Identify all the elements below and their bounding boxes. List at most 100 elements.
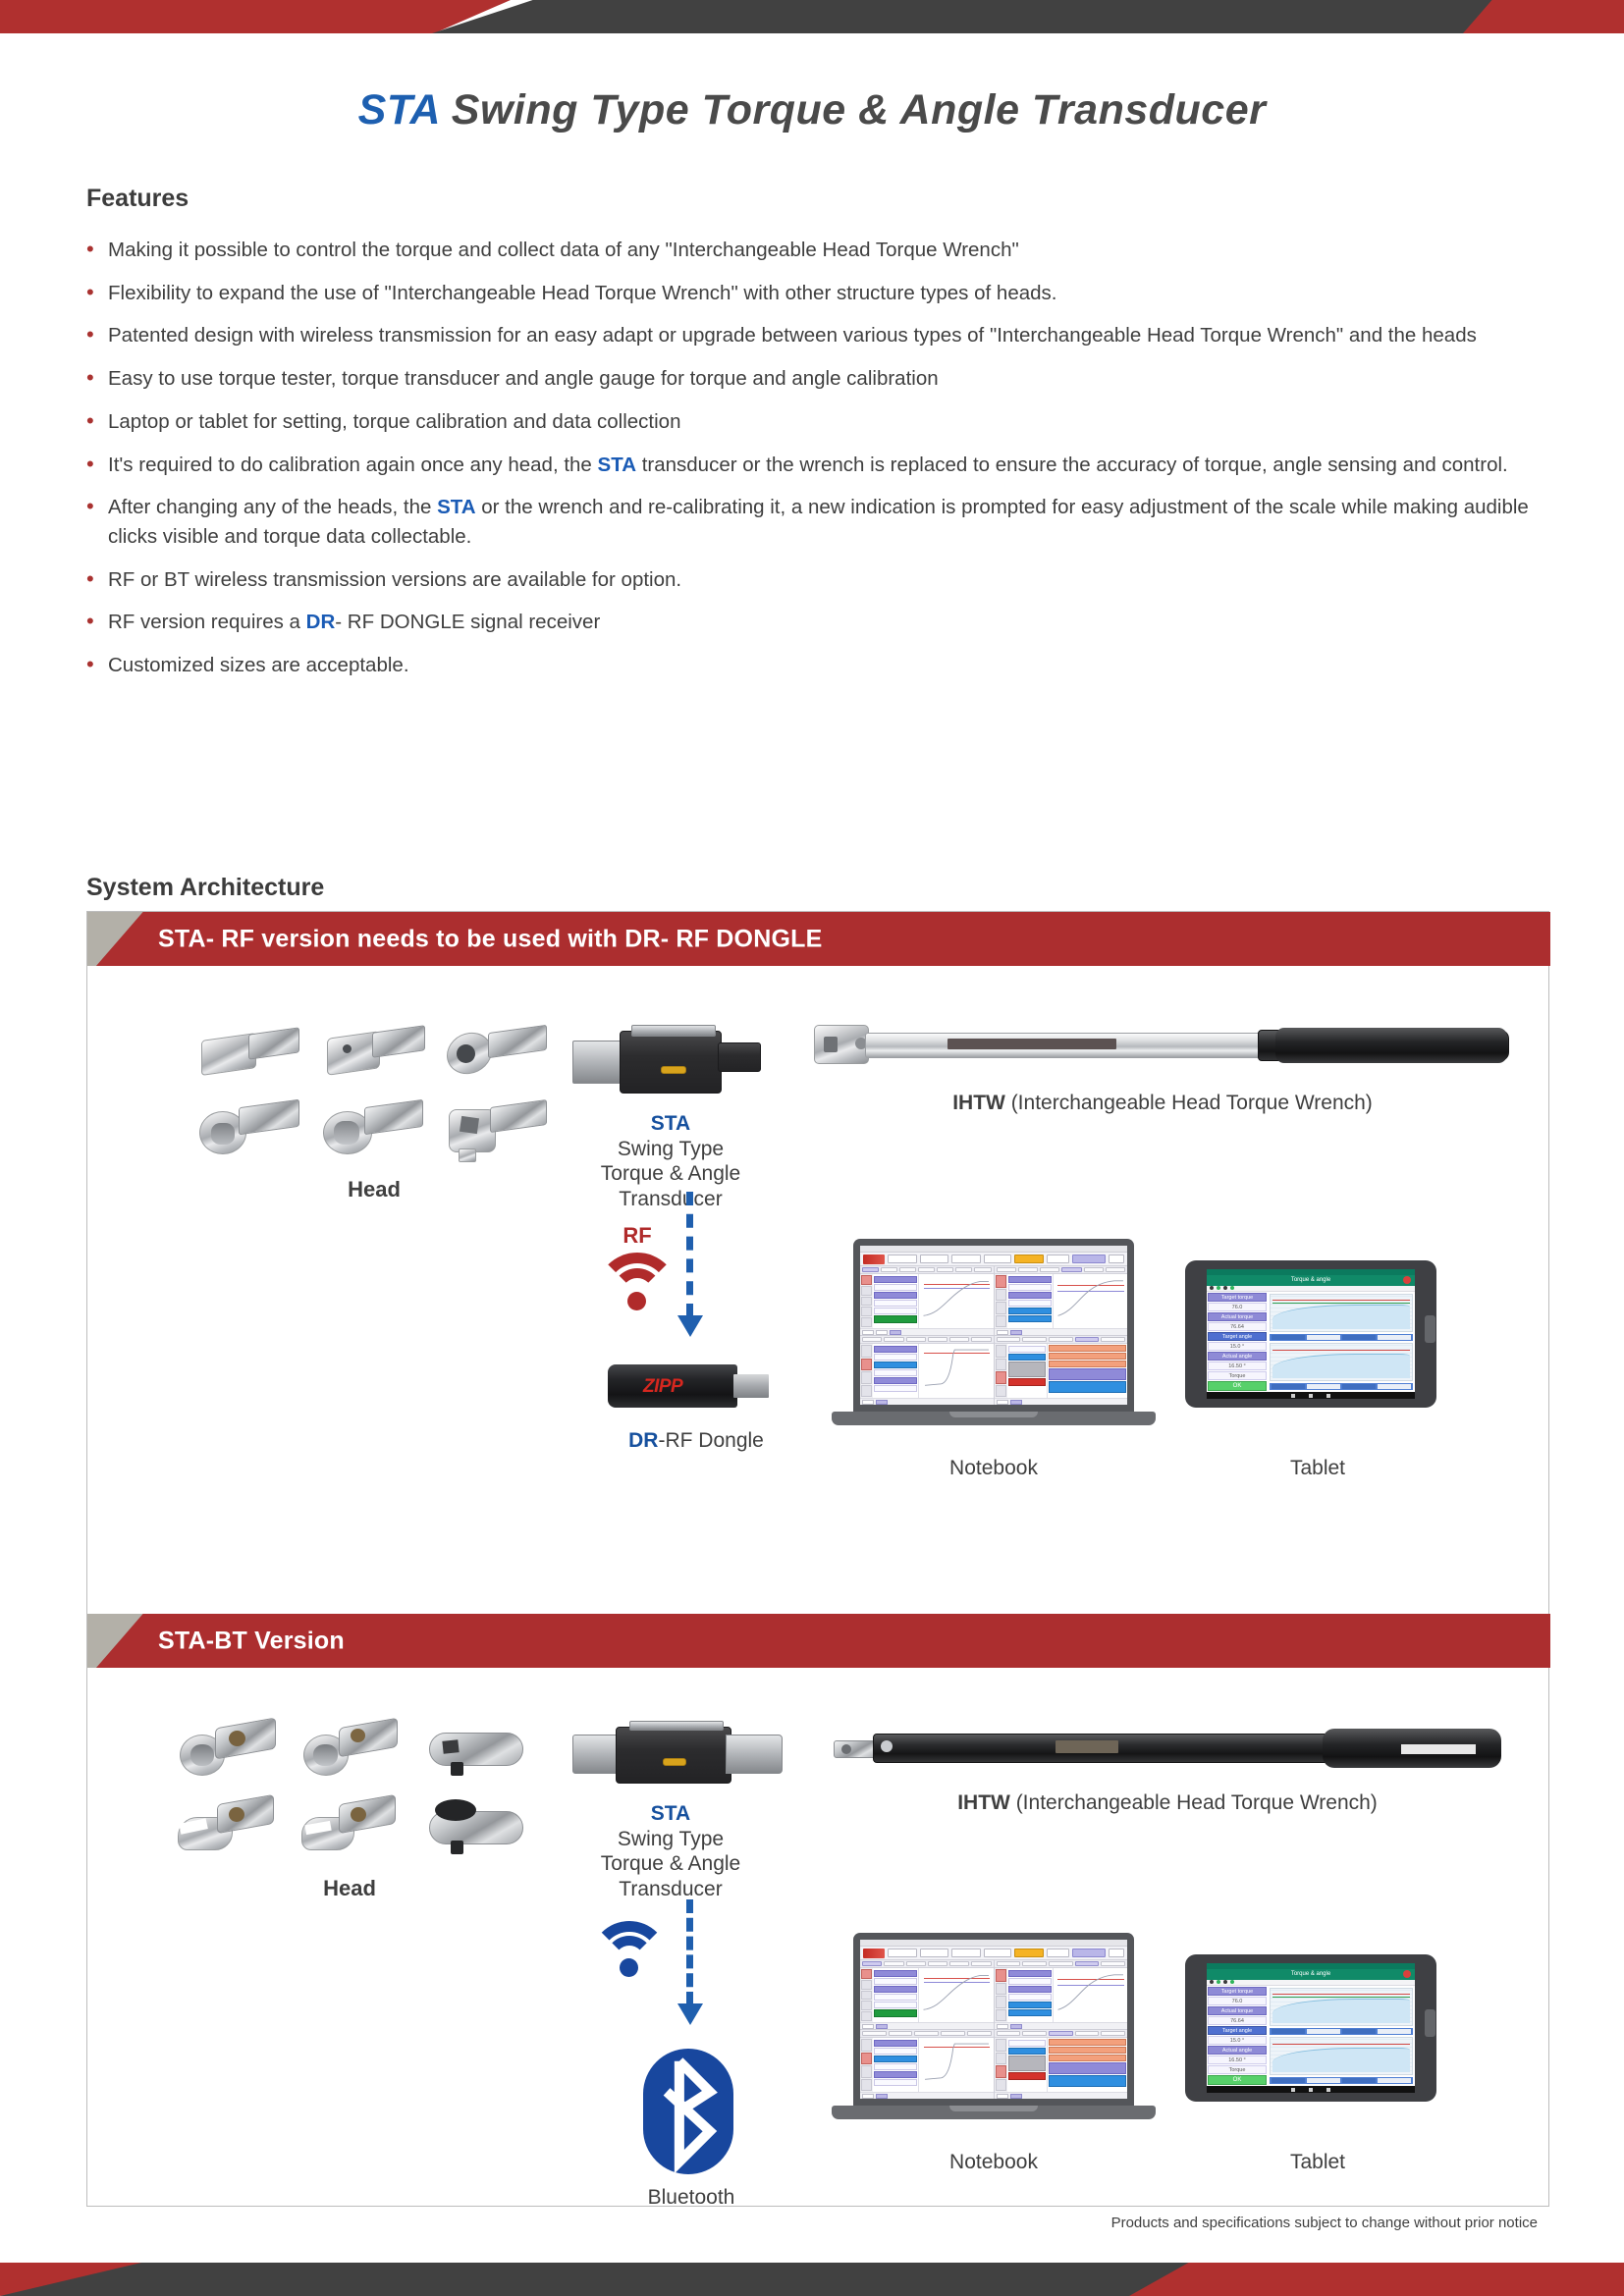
pane-tab[interactable] (1022, 1961, 1047, 1966)
nav-home-icon[interactable] (1309, 2087, 1313, 2092)
pane-tab[interactable] (974, 1267, 992, 1272)
status-alert-button[interactable] (1007, 2072, 1046, 2080)
status-alert-button[interactable] (1007, 1378, 1046, 1386)
pane-tab[interactable] (1101, 1961, 1126, 1966)
pane-tab[interactable] (1022, 1337, 1047, 1342)
nav-recents-icon[interactable] (1326, 2087, 1330, 2092)
pane-tab[interactable] (937, 1267, 954, 1272)
rail-button[interactable] (995, 1384, 1006, 1397)
pane-tab[interactable] (927, 1337, 947, 1342)
pane-tab[interactable] (884, 1337, 904, 1342)
nav-recents-icon[interactable] (1326, 1393, 1330, 1398)
footer-chip[interactable] (876, 2023, 888, 2029)
toolbar-field[interactable] (1072, 1255, 1107, 1263)
rail-button[interactable] (861, 1307, 872, 1317)
rail-button[interactable] (861, 1358, 872, 1370)
toolbar-tab[interactable] (887, 1255, 917, 1263)
pane-tab[interactable] (862, 1337, 883, 1342)
rail-button[interactable] (995, 2008, 1006, 2021)
pane-tab[interactable] (949, 1337, 970, 1342)
rail-button[interactable] (995, 2078, 1006, 2091)
footer-chip[interactable] (862, 2093, 874, 2099)
footer-chip[interactable] (996, 1399, 1008, 1405)
toolbar-tab[interactable] (984, 1949, 1011, 1957)
pane-tab[interactable] (1022, 2031, 1047, 2036)
toolbar-tab[interactable] (951, 1255, 982, 1263)
footer-chip[interactable] (862, 2023, 874, 2029)
pane-tab[interactable] (996, 1337, 1021, 1342)
pane-tab[interactable] (971, 1961, 992, 1966)
rail-button[interactable] (861, 2065, 872, 2078)
pane-tab[interactable] (996, 1961, 1021, 1966)
pane-tab[interactable] (996, 1267, 1016, 1272)
status-ok-button[interactable] (874, 2009, 917, 2017)
nav-back-icon[interactable] (1291, 2087, 1295, 2092)
pane-tab[interactable] (914, 2031, 940, 2036)
toolbar-tab[interactable] (887, 1949, 917, 1957)
rail-button[interactable] (861, 1275, 872, 1285)
rail-button[interactable] (861, 1285, 872, 1296)
pane-tab[interactable] (1048, 2031, 1073, 2036)
toolbar-tab[interactable] (984, 1255, 1011, 1263)
rail-button[interactable] (995, 1314, 1006, 1327)
pane-tab[interactable] (971, 1337, 992, 1342)
pane-tab[interactable] (905, 1337, 926, 1342)
pane-tab[interactable] (881, 1267, 898, 1272)
toolbar-tab[interactable] (1109, 1949, 1124, 1957)
toolbar-tab[interactable] (1109, 1255, 1124, 1263)
footer-chip[interactable] (876, 2093, 888, 2099)
pane-tab[interactable] (955, 1267, 973, 1272)
rail-button[interactable] (995, 1969, 1006, 1982)
pane-tab[interactable] (862, 1267, 880, 1272)
rail-button[interactable] (861, 1990, 872, 2001)
footer-chip[interactable] (862, 1329, 874, 1335)
pane-tab[interactable] (1101, 1337, 1126, 1342)
pane-tab[interactable] (899, 1267, 917, 1272)
rail-button[interactable] (995, 1358, 1006, 1370)
footer-chip[interactable] (996, 2023, 1008, 2029)
rail-button[interactable] (861, 1296, 872, 1307)
pane-tab[interactable] (1048, 1961, 1073, 1966)
pane-tab[interactable] (996, 2031, 1021, 2036)
pane-tab[interactable] (918, 1267, 936, 1272)
toolbar-tab[interactable] (919, 1255, 949, 1263)
pane-tab[interactable] (1048, 1337, 1073, 1342)
rail-button[interactable] (995, 1288, 1006, 1301)
status-ok-button[interactable] (874, 1315, 917, 1323)
footer-chip[interactable] (1009, 1399, 1022, 1405)
footer-chip[interactable] (1009, 1329, 1022, 1335)
toolbar-tab[interactable] (1046, 1949, 1070, 1957)
record-icon[interactable] (1403, 1970, 1411, 1979)
pane-tab[interactable] (1074, 2031, 1100, 2036)
footer-chip[interactable] (996, 2093, 1008, 2099)
toolbar-tab[interactable] (951, 1949, 982, 1957)
footer-chip[interactable] (1009, 2023, 1022, 2029)
footer-chip[interactable] (862, 1399, 874, 1405)
pane-tab[interactable] (927, 1961, 947, 1966)
pane-tab[interactable] (1074, 1961, 1100, 1966)
tablet-side-button[interactable] (1425, 1315, 1435, 1343)
pane-tab[interactable] (862, 1961, 883, 1966)
pane-tab[interactable] (966, 2031, 992, 2036)
rail-button[interactable] (995, 2039, 1006, 2052)
footer-chip[interactable] (996, 1329, 1008, 1335)
rail-button[interactable] (861, 2001, 872, 2011)
toolbar-tab-active[interactable] (1013, 1255, 1044, 1263)
footer-chip[interactable] (876, 1329, 888, 1335)
tablet-side-button[interactable] (1425, 2009, 1435, 2037)
nav-back-icon[interactable] (1291, 1393, 1295, 1398)
pane-tab[interactable] (1101, 2031, 1126, 2036)
rail-button[interactable] (995, 1371, 1006, 1384)
nav-home-icon[interactable] (1309, 1393, 1313, 1398)
pane-tab[interactable] (1040, 1267, 1060, 1272)
pane-tab[interactable] (888, 2031, 913, 2036)
rail-button[interactable] (861, 2039, 872, 2052)
pane-tab[interactable] (1074, 1337, 1100, 1342)
pane-tab[interactable] (1017, 1267, 1038, 1272)
toolbar-field[interactable] (1072, 1949, 1107, 1957)
toolbar-tab[interactable] (919, 1949, 949, 1957)
footer-chip[interactable] (890, 1329, 901, 1335)
pane-tab[interactable] (862, 2031, 887, 2036)
pane-tab[interactable] (905, 1961, 926, 1966)
rail-button[interactable] (995, 1275, 1006, 1288)
